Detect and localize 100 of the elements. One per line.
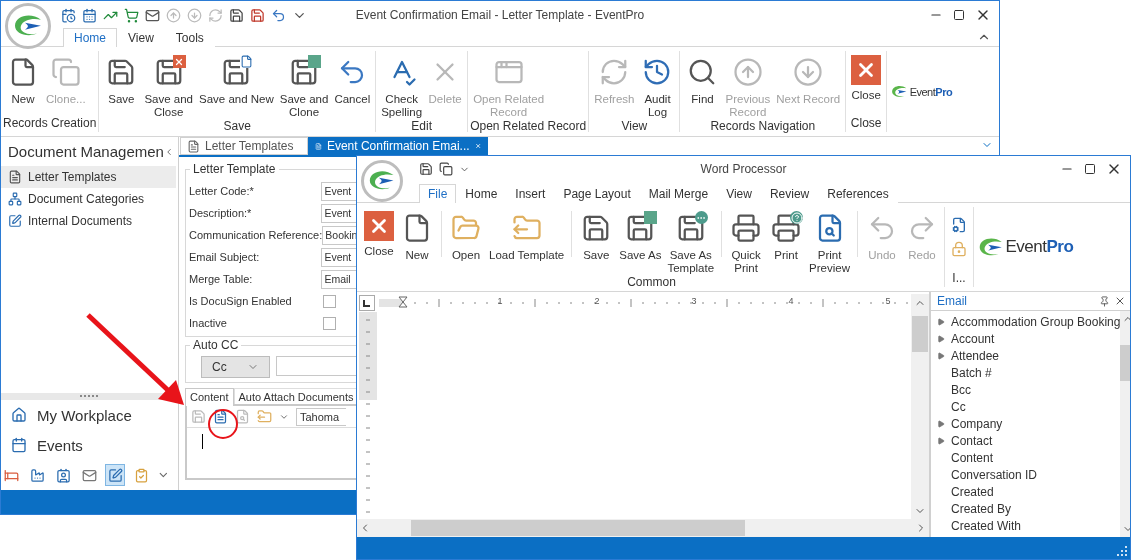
ribbon-button[interactable]: Audit Log — [637, 55, 678, 119]
sidebar-item[interactable]: Document Categories — [1, 188, 176, 210]
ribbon-button[interactable]: Save and Close — [141, 55, 196, 119]
resize-grip-icon[interactable] — [1117, 546, 1127, 556]
close-icon[interactable] — [1114, 295, 1126, 307]
ribbon-tab[interactable]: Home — [63, 28, 117, 47]
field-list-item[interactable]: Created By — [931, 500, 1121, 517]
text-cursor — [202, 434, 203, 449]
checkbox[interactable] — [323, 294, 336, 308]
envelope-icon — [81, 467, 97, 483]
ribbon-button[interactable]: New — [3, 55, 43, 106]
tab-stop-selector[interactable] — [359, 295, 375, 311]
field-label: Description:* — [189, 207, 253, 219]
splitter-handle[interactable] — [79, 395, 100, 398]
field-list-item[interactable]: Created With — [931, 517, 1121, 534]
ribbon-button[interactable]: Save — [101, 55, 142, 106]
ribbon-tab[interactable]: File — [419, 184, 457, 203]
mail-icon[interactable] — [145, 7, 160, 23]
field-name: Company — [951, 416, 1003, 431]
shortcut-button[interactable] — [105, 464, 126, 486]
field-name: Created By — [951, 501, 1012, 516]
ribbon-button[interactable]: Save — [576, 211, 617, 262]
tab-label: Event Confirmation Emai... — [326, 139, 470, 153]
checkbox[interactable] — [323, 316, 336, 330]
field-list-item[interactable]: Accommodation Group Booking — [931, 313, 1121, 330]
ribbon-button[interactable]: Save As — [616, 211, 665, 262]
sidebar-item-label: Letter Templates — [28, 170, 117, 184]
cc-field[interactable] — [275, 356, 357, 376]
copy-icon[interactable] — [439, 162, 453, 176]
field-list-item[interactable]: Account — [931, 330, 1121, 347]
ribbon-button[interactable]: Print — [766, 211, 807, 262]
navigation-item[interactable]: My Workplace — [1, 400, 178, 430]
ruler-number: 4 — [788, 296, 794, 306]
content-tab[interactable]: Auto Attach Documents — [233, 388, 359, 404]
document-tab[interactable]: Event Confirmation Emai... — [308, 137, 488, 155]
edit-document-icon — [107, 467, 123, 483]
ruler-number: 1 — [497, 296, 503, 306]
highlight-circle — [208, 409, 238, 439]
app-logo-icon[interactable] — [361, 160, 403, 202]
corner-icon — [363, 300, 370, 307]
ribbon-button[interactable]: New — [397, 211, 437, 262]
ribbon-button[interactable]: Check Spelling — [378, 55, 426, 119]
ribbon-button[interactable]: Save As Template — [664, 211, 718, 275]
window-title: Event Confirmation Email - Letter Template - EventPro — [355, 8, 645, 22]
field-list-item[interactable]: Conversation ID — [931, 466, 1121, 483]
back-arrow-icon[interactable] — [271, 7, 286, 23]
field-list-item[interactable]: Contact — [931, 432, 1121, 449]
ribbon-button[interactable]: Load Template — [486, 211, 568, 262]
tab-label: Letter Templates — [205, 139, 294, 153]
ribbon-button[interactable]: Quick Print — [726, 211, 767, 275]
group-label: Records Navigation — [709, 119, 817, 133]
field-name: Created — [951, 484, 994, 499]
document-settings-icon[interactable] — [951, 217, 967, 233]
ribbon-button[interactable]: Print Preview — [806, 211, 853, 275]
ribbon-button[interactable]: Close — [848, 55, 885, 102]
ribbon-button[interactable]: Close — [361, 211, 397, 258]
hierarchy-icon — [8, 192, 22, 206]
group-title: Letter Template — [190, 162, 279, 176]
maximize-icon[interactable] — [953, 9, 965, 21]
ribbon-button[interactable]: Save and New — [196, 55, 277, 106]
navigation-item[interactable]: Events — [1, 430, 178, 460]
calendar-clock-icon[interactable] — [61, 7, 76, 23]
word-document-icon[interactable] — [213, 409, 228, 424]
ribbon-button[interactable]: Save and Clone — [276, 55, 332, 119]
ribbon-button[interactable]: Open — [446, 211, 486, 262]
pin-icon[interactable] — [1099, 295, 1110, 307]
document-tab[interactable]: Letter Templates — [180, 137, 308, 155]
field-label: Is DocuSign Enabled — [189, 295, 293, 307]
app-logo-icon[interactable] — [5, 3, 51, 49]
field-list-item[interactable]: Company — [931, 415, 1121, 432]
scrollbar-thumb[interactable] — [411, 520, 745, 536]
cart-icon[interactable] — [124, 7, 139, 23]
font-field[interactable]: Tahoma — [296, 407, 346, 426]
field-label: Email Subject: — [189, 251, 261, 263]
field-name: Cc — [951, 399, 966, 414]
panel-title: Document Managemen — [8, 143, 164, 160]
sidebar-item[interactable]: Internal Documents — [1, 210, 176, 232]
calendar-icon[interactable] — [82, 7, 97, 23]
sidebar-item[interactable]: Letter Templates — [1, 166, 176, 188]
field-label: Communication Reference: — [189, 229, 323, 241]
field-name: Batch # — [951, 365, 992, 380]
logo-text: EventPro — [1005, 237, 1074, 257]
recipient-dropdown[interactable]: Cc — [201, 356, 270, 378]
preview-icon[interactable] — [235, 409, 250, 424]
field-list-item[interactable]: Batch # — [931, 364, 1121, 381]
ribbon-button[interactable]: Find — [682, 55, 723, 106]
field-list-item[interactable]: Attendee — [931, 347, 1121, 364]
logo-swirl-icon — [891, 84, 908, 99]
field-list-item[interactable]: Cc — [931, 398, 1121, 415]
scrollbar-thumb[interactable] — [912, 316, 928, 352]
field-list-item[interactable]: Bcc — [931, 381, 1121, 398]
content-tab[interactable]: Content — [185, 388, 234, 406]
maximize-icon[interactable] — [1084, 163, 1096, 175]
field-list-item[interactable]: Created — [931, 483, 1121, 500]
ribbon-button[interactable]: Cancel — [331, 55, 374, 106]
document-icon — [187, 139, 200, 153]
field-name: Accommodation Group Booking — [951, 314, 1121, 329]
field-list-item[interactable]: Content — [931, 449, 1121, 466]
panel-title: Email — [937, 294, 967, 308]
field-name: Content — [951, 450, 994, 465]
